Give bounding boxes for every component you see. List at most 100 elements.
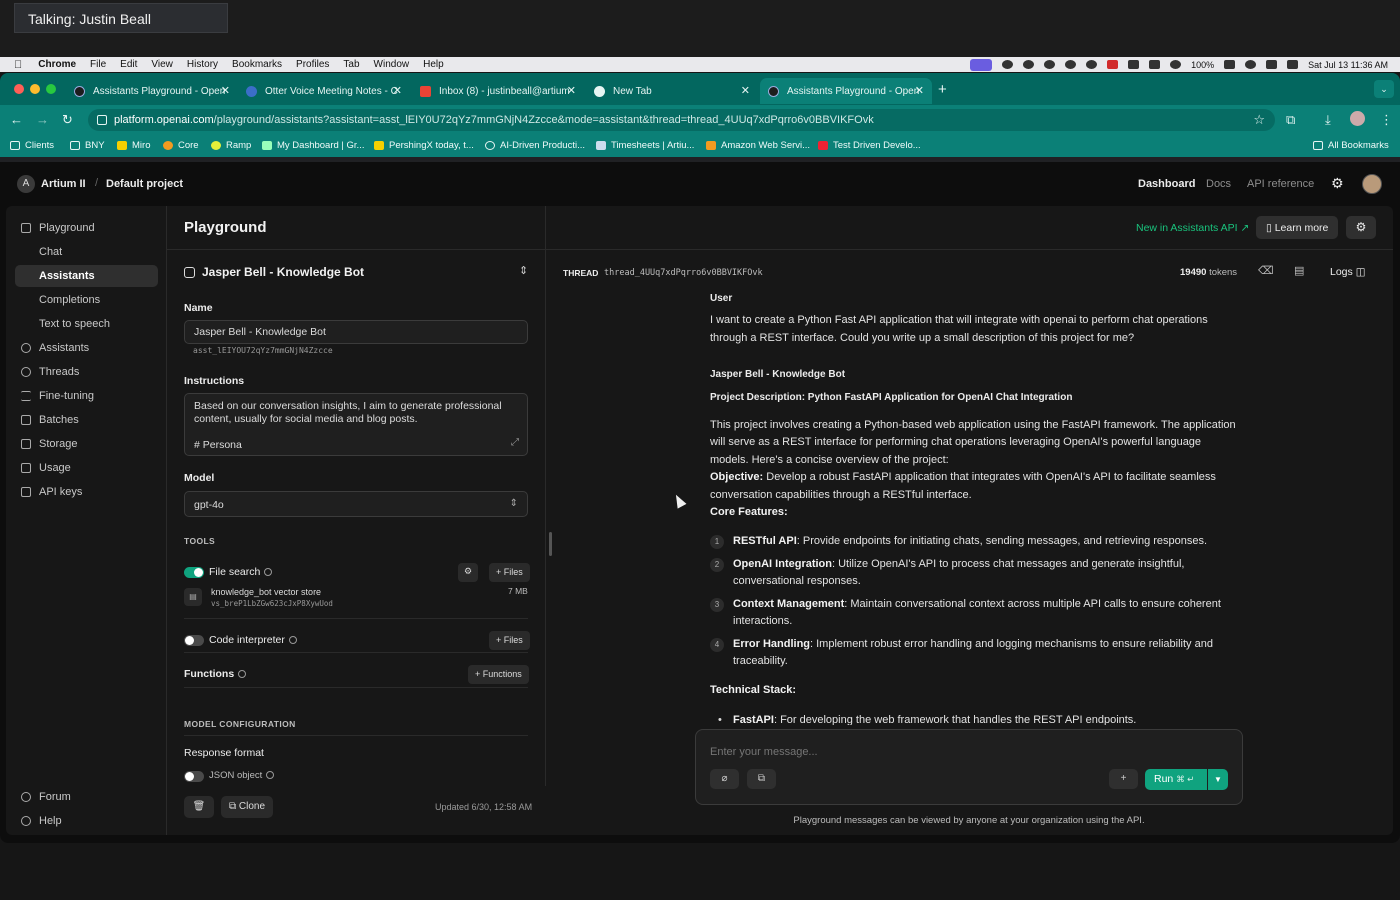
add-image-icon[interactable]: ⧉	[747, 769, 776, 789]
control-center-icon[interactable]	[1287, 60, 1299, 69]
user-avatar[interactable]	[1362, 174, 1382, 194]
bookmark-link[interactable]: Ramp	[211, 140, 251, 151]
database-icon[interactable]: ▤	[1294, 264, 1304, 277]
add-functions-button[interactable]: + Functions	[468, 665, 529, 684]
add-message-button[interactable]: +	[1109, 769, 1138, 789]
name-input[interactable]	[184, 320, 528, 344]
bookmark-link[interactable]: My Dashboard | Gr...	[262, 140, 364, 151]
new-in-assistants-api-link[interactable]: New in Assistants API ↗	[1136, 222, 1249, 234]
assistant-selector[interactable]: Jasper Bell - Knowledge Bot	[184, 265, 364, 279]
message-input[interactable]	[710, 746, 1210, 758]
delete-assistant-button[interactable]: 🗑	[184, 796, 214, 818]
tab-new-tab[interactable]: New Tab ✕	[586, 78, 758, 104]
file-search-add-files-button[interactable]: + Files	[489, 563, 530, 582]
nav-docs[interactable]: Docs	[1206, 178, 1231, 190]
close-tab-icon[interactable]: ✕	[221, 84, 230, 97]
code-interpreter-add-files-button[interactable]: + Files	[489, 631, 530, 650]
extensions-icon[interactable]: ⧉	[1286, 112, 1295, 128]
instructions-textarea[interactable]: Based on our conversation insights, I ai…	[184, 393, 528, 456]
project-switcher[interactable]: Default project	[106, 178, 183, 190]
grammarly-icon[interactable]	[1023, 60, 1035, 69]
play-icon[interactable]	[1170, 60, 1182, 69]
sidebar-item-usage[interactable]: Usage	[15, 457, 158, 479]
wifi-icon[interactable]	[1245, 60, 1257, 69]
sidebar-item-text-to-speech[interactable]: Text to speech	[15, 313, 158, 335]
org-switcher[interactable]: Artium II	[41, 178, 86, 190]
menu-window[interactable]: Window	[374, 59, 410, 70]
menu-edit[interactable]: Edit	[120, 59, 137, 70]
network-icon[interactable]	[1149, 60, 1161, 69]
close-tab-icon[interactable]: ✕	[741, 84, 750, 97]
reload-icon[interactable]: ↻	[62, 112, 73, 128]
record-icon[interactable]	[1086, 60, 1098, 69]
clear-thread-icon[interactable]: ⌫	[1258, 264, 1274, 277]
sidebar-item-chat[interactable]: Chat	[15, 241, 158, 263]
bookmark-link[interactable]: Test Driven Develo...	[818, 140, 921, 151]
back-icon[interactable]: ←	[10, 112, 23, 127]
sidebar-item-threads[interactable]: Threads	[15, 361, 158, 383]
openai-icon[interactable]	[1044, 60, 1056, 69]
menu-profiles[interactable]: Profiles	[296, 59, 329, 70]
learn-more-button[interactable]: ▯ Learn more	[1256, 216, 1339, 239]
file-search-toggle[interactable]	[184, 567, 204, 578]
logs-button[interactable]: Logs ◫	[1330, 266, 1366, 278]
info-icon[interactable]	[288, 636, 297, 644]
bookmark-link[interactable]: AI-Driven Producti...	[485, 140, 585, 151]
site-info-icon[interactable]	[97, 115, 107, 125]
nav-api-reference[interactable]: API reference	[1247, 178, 1314, 190]
close-tab-icon[interactable]: ✕	[915, 84, 924, 97]
address-bar[interactable]: platform.openai.com/playground/assistant…	[88, 109, 1275, 131]
bookmark-link[interactable]: Timesheets | Artiu...	[596, 140, 694, 151]
expand-icon[interactable]: ⤢	[511, 436, 519, 449]
battery-icon[interactable]	[1224, 60, 1236, 69]
clock[interactable]: Sat Jul 13 11:36 AM	[1308, 60, 1388, 70]
info-icon[interactable]	[238, 670, 247, 678]
maximize-window-button[interactable]	[46, 84, 56, 94]
menu-file[interactable]: File	[90, 59, 106, 70]
menu-tab[interactable]: Tab	[343, 59, 359, 70]
json-object-toggle[interactable]	[184, 771, 204, 782]
tab-inbox[interactable]: Inbox (8) - justinbeall@artium ✕	[412, 78, 584, 104]
bookmark-folder[interactable]: Clients	[10, 140, 54, 151]
settings-gear-icon[interactable]: ⚙	[1331, 175, 1344, 192]
moon-icon[interactable]	[1065, 60, 1077, 69]
sidebar-item-help[interactable]: Help	[15, 810, 158, 832]
download-icon[interactable]: ⤓	[1325, 112, 1331, 128]
org-avatar[interactable]: A	[17, 175, 35, 193]
attach-file-icon[interactable]: ⌀	[710, 769, 739, 789]
bookmark-folder[interactable]: BNY	[70, 140, 105, 151]
tab-search-icon[interactable]: ⌄	[1374, 80, 1394, 98]
profile-avatar[interactable]	[1350, 111, 1365, 126]
panel-resize-handle[interactable]	[549, 532, 552, 556]
minimize-window-button[interactable]	[30, 84, 40, 94]
sidebar-item-forum[interactable]: Forum	[15, 786, 158, 808]
tab-otter[interactable]: Otter Voice Meeting Notes - C ✕	[238, 78, 410, 104]
bookmark-link[interactable]: Miro	[117, 140, 150, 151]
menu-bookmarks[interactable]: Bookmarks	[232, 59, 282, 70]
all-bookmarks[interactable]: All Bookmarks	[1313, 140, 1389, 151]
sidebar-item-batches[interactable]: Batches	[15, 409, 158, 431]
file-search-settings-button[interactable]: ⚙	[458, 563, 478, 582]
status-icon[interactable]	[1002, 60, 1014, 69]
tab-assistants-playground-1[interactable]: Assistants Playground - Open ✕	[66, 78, 238, 104]
model-select[interactable]: gpt-4o ⇕	[184, 491, 528, 517]
info-icon[interactable]	[264, 568, 273, 576]
bluetooth-icon[interactable]	[1266, 60, 1278, 69]
sidebar-item-completions[interactable]: Completions	[15, 289, 158, 311]
close-tab-icon[interactable]: ✕	[393, 84, 402, 97]
menu-help[interactable]: Help	[423, 59, 444, 70]
app-status-icon[interactable]	[1107, 60, 1119, 69]
code-interpreter-toggle[interactable]	[184, 635, 204, 646]
nav-dashboard[interactable]: Dashboard	[1138, 178, 1195, 190]
new-tab-button[interactable]: +	[938, 81, 947, 98]
bookmark-link[interactable]: PershingX today, t...	[374, 140, 474, 151]
run-button[interactable]: Run ⌘ ↵	[1145, 769, 1207, 790]
panel-settings-icon[interactable]: ⚙	[1346, 216, 1376, 239]
bookmark-link[interactable]: Amazon Web Servi...	[706, 140, 810, 151]
sidebar-item-api-keys[interactable]: API keys	[15, 481, 158, 503]
bookmark-star-icon[interactable]: ☆	[1253, 112, 1265, 128]
apple-icon[interactable]: 	[14, 59, 22, 71]
menu-view[interactable]: View	[151, 59, 173, 70]
sidebar-item-fine-tuning[interactable]: Fine-tuning	[15, 385, 158, 407]
grid-icon[interactable]	[1128, 60, 1140, 69]
